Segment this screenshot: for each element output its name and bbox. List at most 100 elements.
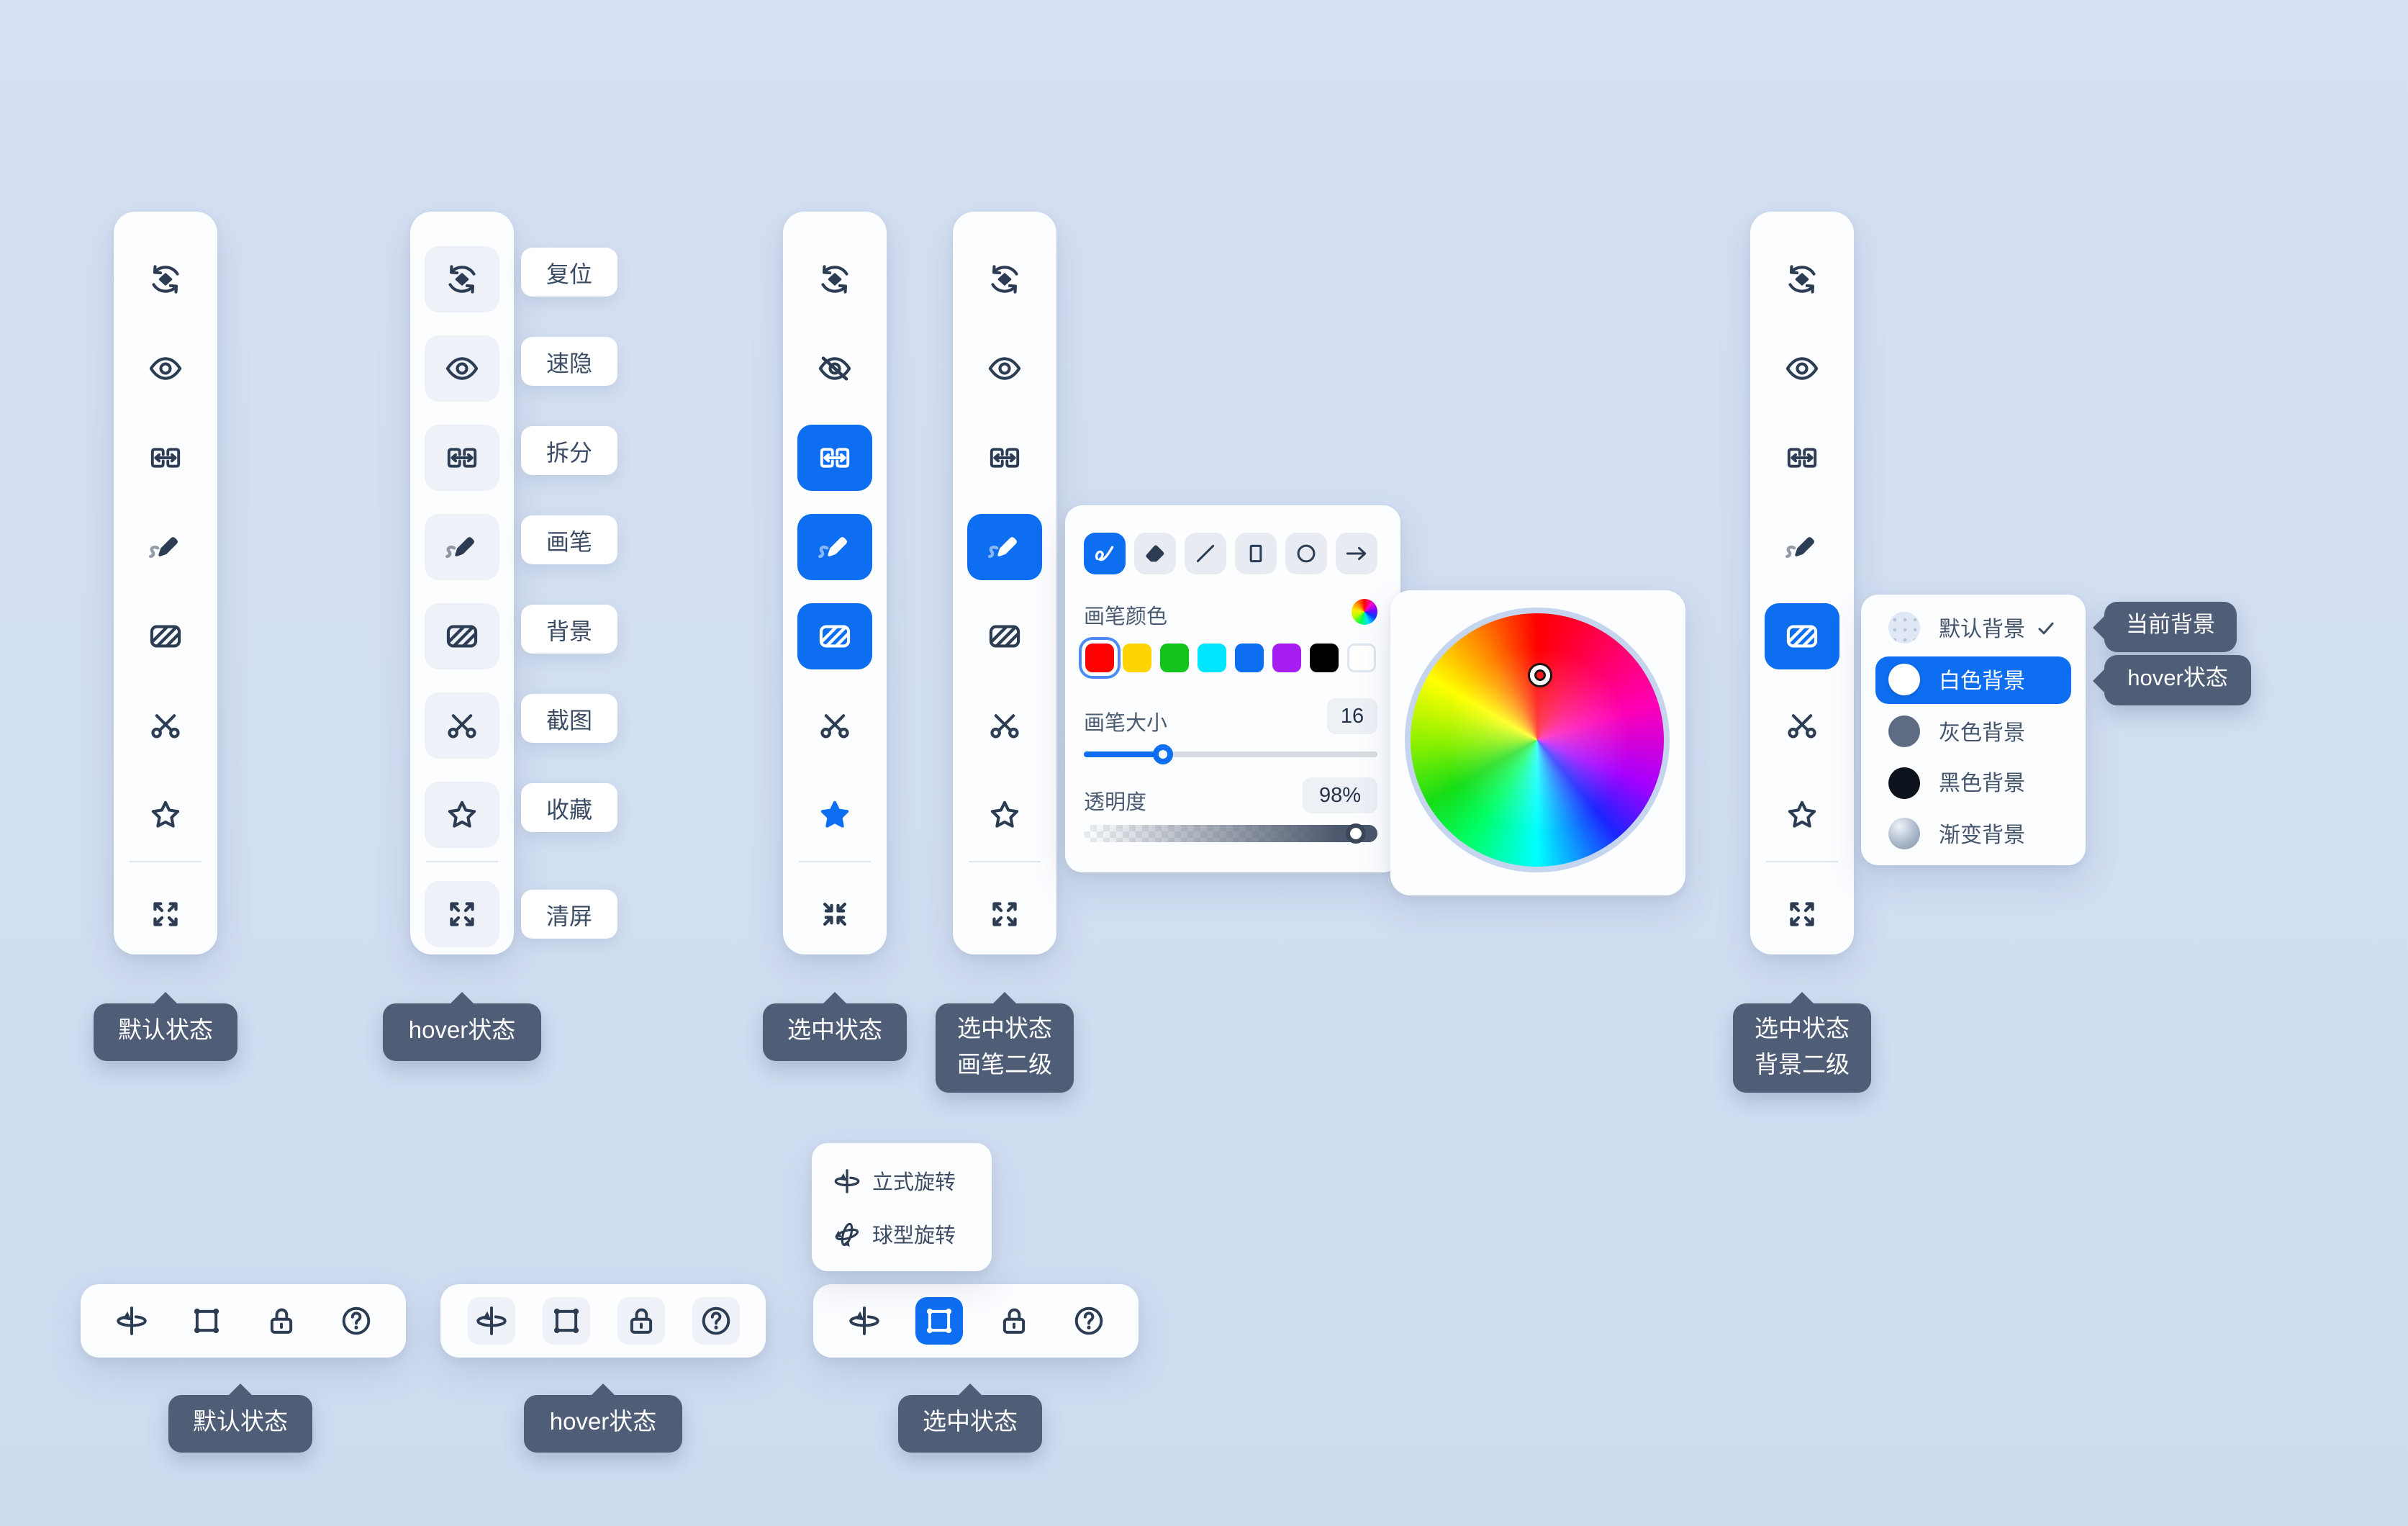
star-icon bbox=[147, 795, 184, 833]
tool-reset-button[interactable] bbox=[1765, 245, 1839, 312]
transform-button[interactable] bbox=[182, 1297, 230, 1345]
tool-split-button[interactable] bbox=[128, 424, 203, 490]
tool-favorite-button[interactable] bbox=[797, 781, 872, 847]
toolbar-divider bbox=[969, 861, 1041, 862]
tool-split-button[interactable] bbox=[425, 424, 499, 490]
tool-name-chip: 拆分 bbox=[521, 426, 617, 475]
state-tooltip-selected: 选中状态 bbox=[763, 1003, 907, 1061]
expand-icon bbox=[1783, 895, 1821, 933]
tool-clearscreen-button[interactable] bbox=[967, 881, 1042, 947]
color-swatch-white[interactable] bbox=[1346, 644, 1375, 672]
menu-item-default-background[interactable]: 默认背景 bbox=[1875, 604, 2071, 651]
color-swatch-blue[interactable] bbox=[1234, 644, 1263, 672]
tool-brush-button[interactable] bbox=[967, 513, 1042, 579]
color-swatch-yellow[interactable] bbox=[1122, 644, 1151, 672]
tool-background-button[interactable] bbox=[128, 602, 203, 669]
tool-brush-button[interactable] bbox=[425, 513, 499, 579]
menu-hover-tooltip: hover状态 bbox=[2104, 655, 2251, 705]
tool-clearscreen-button[interactable] bbox=[128, 881, 203, 947]
ellipse-tool-button[interactable] bbox=[1285, 533, 1326, 574]
brush-size-slider-thumb[interactable] bbox=[1153, 744, 1173, 764]
color-wheel-button[interactable] bbox=[1352, 599, 1377, 625]
tool-hide-button[interactable] bbox=[797, 335, 872, 401]
rotate-mode-button[interactable] bbox=[467, 1297, 515, 1345]
menu-item-gray-background[interactable]: 灰色背景 bbox=[1875, 708, 2071, 755]
tool-hide-button[interactable] bbox=[967, 335, 1042, 401]
menu-item-vertical-rotate[interactable]: 立式旋转 bbox=[823, 1155, 980, 1206]
menu-item-black-background[interactable]: 黑色背景 bbox=[1875, 759, 2071, 806]
eraser-tool-button[interactable] bbox=[1133, 533, 1175, 574]
lock-button[interactable] bbox=[617, 1297, 664, 1345]
tool-brush-button[interactable] bbox=[797, 513, 872, 579]
tool-screenshot-button[interactable] bbox=[797, 692, 872, 758]
current-background-tooltip: 当前背景 bbox=[2104, 602, 2237, 652]
tool-screenshot-button[interactable] bbox=[1765, 692, 1839, 758]
color-wheel-cursor[interactable] bbox=[1530, 665, 1550, 685]
tool-background-button[interactable] bbox=[1765, 602, 1839, 669]
color-swatch-cyan[interactable] bbox=[1197, 644, 1226, 672]
rotate-axis-icon bbox=[846, 1303, 882, 1339]
tool-reset-button[interactable] bbox=[797, 245, 872, 312]
help-button[interactable] bbox=[692, 1297, 739, 1345]
bottom-tooltip-default: 默认状态 bbox=[168, 1395, 312, 1453]
tool-favorite-button[interactable] bbox=[128, 781, 203, 847]
tool-clearscreen-button[interactable] bbox=[425, 881, 499, 947]
toolbar-bottom-default bbox=[81, 1284, 406, 1358]
transform-button[interactable] bbox=[915, 1297, 962, 1345]
tool-favorite-button[interactable] bbox=[1765, 781, 1839, 847]
color-swatch-red[interactable] bbox=[1085, 644, 1113, 672]
menu-item-white-background[interactable]: 白色背景 bbox=[1875, 656, 2071, 703]
tool-split-button[interactable] bbox=[1765, 424, 1839, 490]
tool-reset-button[interactable] bbox=[128, 245, 203, 312]
color-wheel[interactable] bbox=[1405, 608, 1670, 872]
tool-reset-button[interactable] bbox=[967, 245, 1042, 312]
rotate-mode-button[interactable] bbox=[840, 1297, 887, 1345]
tool-screenshot-button[interactable] bbox=[128, 692, 203, 758]
menu-item-label: 立式旋转 bbox=[872, 1165, 956, 1196]
tool-clearscreen-button[interactable] bbox=[1765, 881, 1839, 947]
opacity-slider-thumb[interactable] bbox=[1346, 823, 1366, 844]
rotate-mode-button[interactable] bbox=[107, 1297, 155, 1345]
help-button[interactable] bbox=[332, 1297, 379, 1345]
tool-screenshot-button[interactable] bbox=[425, 692, 499, 758]
tooltip-text: 当前背景 bbox=[2126, 611, 2215, 644]
tool-screenshot-button[interactable] bbox=[967, 692, 1042, 758]
tool-hide-button[interactable] bbox=[128, 335, 203, 401]
line-tool-button[interactable] bbox=[1184, 533, 1226, 574]
pen-tool-button[interactable] bbox=[1083, 533, 1125, 574]
tool-hide-button[interactable] bbox=[1765, 335, 1839, 401]
tool-hide-button[interactable] bbox=[425, 335, 499, 401]
tooltip-text: hover状态 bbox=[409, 1015, 516, 1049]
tool-brush-button[interactable] bbox=[128, 513, 203, 579]
tool-reset-button[interactable] bbox=[425, 245, 499, 312]
lock-button[interactable] bbox=[257, 1297, 304, 1345]
tool-split-button[interactable] bbox=[797, 424, 872, 490]
menu-item-gradient-background[interactable]: 渐变背景 bbox=[1875, 810, 2071, 857]
rectangle-tool-button[interactable] bbox=[1234, 533, 1276, 574]
color-swatch-green[interactable] bbox=[1159, 644, 1188, 672]
toolbar-vertical-background-submenu bbox=[1750, 212, 1854, 954]
menu-item-sphere-rotate[interactable]: 球型旋转 bbox=[823, 1208, 980, 1260]
tool-favorite-button[interactable] bbox=[425, 781, 499, 847]
tool-background-button[interactable] bbox=[425, 602, 499, 669]
black-background-swatch bbox=[1888, 767, 1920, 798]
background-icon bbox=[816, 617, 854, 654]
brush-size-value: 16 bbox=[1327, 698, 1377, 734]
tool-background-button[interactable] bbox=[967, 602, 1042, 669]
tool-split-button[interactable] bbox=[967, 424, 1042, 490]
state-tooltip-default: 默认状态 bbox=[94, 1003, 237, 1061]
color-swatch-purple[interactable] bbox=[1272, 644, 1300, 672]
opacity-slider[interactable] bbox=[1083, 825, 1377, 842]
color-swatch-black[interactable] bbox=[1309, 644, 1338, 672]
design-spec-canvas: 复位 速隐 拆分 画笔 背景 截图 收藏 清屏 bbox=[0, 0, 2408, 1526]
tool-favorite-button[interactable] bbox=[967, 781, 1042, 847]
help-button[interactable] bbox=[1064, 1297, 1112, 1345]
tool-brush-button[interactable] bbox=[1765, 513, 1839, 579]
tool-clearscreen-button[interactable] bbox=[797, 881, 872, 947]
eye-off-icon bbox=[816, 349, 854, 387]
tool-background-button[interactable] bbox=[797, 602, 872, 669]
lock-button[interactable] bbox=[990, 1297, 1037, 1345]
transform-button[interactable] bbox=[542, 1297, 589, 1345]
rotate-mode-menu: 立式旋转 球型旋转 bbox=[812, 1143, 992, 1271]
arrow-tool-button[interactable] bbox=[1335, 533, 1377, 574]
